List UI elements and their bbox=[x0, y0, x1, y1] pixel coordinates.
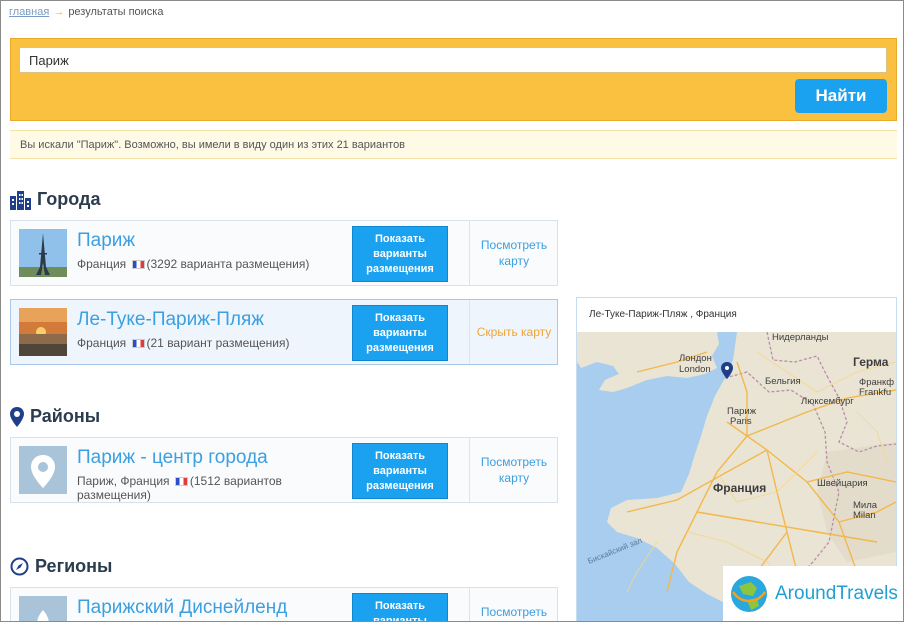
section-districts-heading: Районы bbox=[10, 406, 100, 427]
watermark: AroundTravels bbox=[723, 566, 903, 621]
show-accommodation-button[interactable]: Показать варианты размещения bbox=[352, 593, 448, 621]
result-title-link[interactable]: Парижский Диснейленд bbox=[77, 597, 287, 619]
result-title-link[interactable]: Ле-Туке-Париж-Пляж bbox=[77, 309, 264, 331]
beach-sunset-thumbnail[interactable] bbox=[19, 308, 67, 356]
breadcrumb-current: результаты поиска bbox=[68, 6, 164, 18]
france-flag-icon bbox=[131, 260, 145, 269]
city-buildings-icon bbox=[10, 190, 31, 210]
breadcrumb-arrow-icon: → bbox=[53, 6, 65, 18]
search-button[interactable]: Найти bbox=[795, 79, 887, 113]
eiffel-tower-thumbnail[interactable] bbox=[19, 229, 67, 277]
result-subtitle: Франция (3292 варианта размещения) bbox=[77, 257, 310, 271]
view-map-link[interactable]: Посмотреть bbox=[471, 588, 557, 621]
watermark-text: AroundTravels bbox=[775, 583, 898, 604]
result-card-paris: Париж Франция (3292 варианта размещения)… bbox=[10, 220, 558, 286]
show-accommodation-button[interactable]: Показать варианты размещения bbox=[352, 443, 448, 499]
result-card-le-touquet: Ле-Туке-Париж-Пляж Франция (21 вариант р… bbox=[10, 299, 558, 365]
view-map-link[interactable]: Посмотреть карту bbox=[471, 221, 557, 285]
page: главная →результаты поиска Найти Вы искал… bbox=[0, 0, 904, 622]
map-label-london-en: London bbox=[679, 364, 711, 375]
breadcrumb-home-link[interactable]: главная bbox=[9, 6, 49, 18]
search-input[interactable] bbox=[19, 47, 887, 73]
map-label-belgium: Бельгия bbox=[765, 376, 801, 387]
result-title-link[interactable]: Париж bbox=[77, 230, 135, 252]
location-placeholder-thumbnail[interactable] bbox=[19, 596, 67, 621]
section-regions-title: Регионы bbox=[35, 556, 113, 576]
france-flag-icon bbox=[174, 477, 188, 486]
section-regions-heading: Регионы bbox=[10, 556, 112, 577]
map-label-milan-en: Milan bbox=[853, 510, 876, 521]
globe-logo-icon bbox=[731, 576, 767, 612]
map-label-frankfurt-en: Frankfu bbox=[859, 387, 891, 398]
show-accommodation-button[interactable]: Показать варианты размещения bbox=[352, 226, 448, 282]
map-label-netherlands: Нидерланды bbox=[772, 332, 829, 343]
section-districts-title: Районы bbox=[30, 406, 101, 426]
france-flag-icon bbox=[131, 339, 145, 348]
map-label-france: Франция bbox=[713, 481, 766, 495]
result-title-link[interactable]: Париж - центр города bbox=[77, 447, 268, 469]
location-placeholder-thumbnail[interactable] bbox=[19, 446, 67, 494]
search-panel: Найти bbox=[10, 38, 897, 121]
location-pin-icon bbox=[10, 406, 24, 427]
search-notice: Вы искали "Париж". Возможно, вы имели в … bbox=[10, 130, 897, 159]
map-label-luxembourg: Люксембург bbox=[801, 396, 854, 407]
result-card-paris-center: Париж - центр города Париж, Франция (151… bbox=[10, 437, 558, 503]
map-label-switzerland: Швейцария bbox=[817, 478, 868, 489]
map-label-germany: Герма bbox=[853, 355, 889, 369]
map-label-paris-en: Paris bbox=[730, 416, 752, 427]
map-title: Ле-Туке-Париж-Пляж , Франция bbox=[589, 309, 737, 320]
result-subtitle: Франция (21 вариант размещения) bbox=[77, 336, 290, 350]
compass-icon bbox=[10, 557, 29, 576]
map-label-london: Лондон bbox=[679, 353, 712, 364]
show-accommodation-button[interactable]: Показать варианты размещения bbox=[352, 305, 448, 361]
result-card-disneyland: Парижский Диснейленд Показать варианты р… bbox=[10, 587, 558, 621]
view-map-link[interactable]: Посмотреть карту bbox=[471, 438, 557, 502]
breadcrumb: главная → результаты поиска bbox=[9, 6, 163, 18]
section-cities-heading: Города bbox=[10, 189, 101, 210]
hide-map-link[interactable]: Скрыть карту bbox=[471, 300, 557, 364]
section-cities-title: Города bbox=[37, 189, 101, 209]
result-subtitle: Париж, Франция (1512 вариантов размещени… bbox=[77, 474, 282, 502]
